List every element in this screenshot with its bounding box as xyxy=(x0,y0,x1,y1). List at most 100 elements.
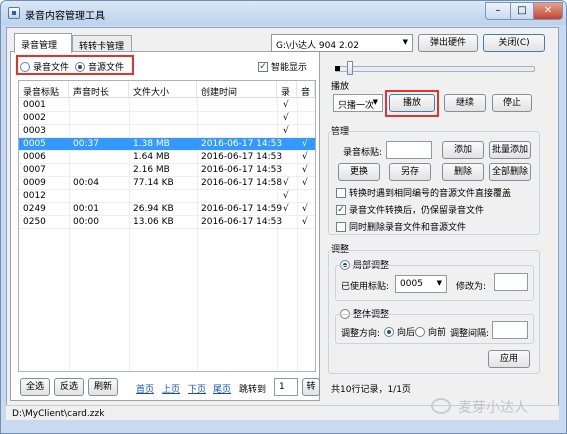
overwrite-checkbox[interactable]: 转换时遇到相同编号的音源文件直接覆盖 xyxy=(336,186,511,199)
table-cell-dur: 00:01 xyxy=(73,204,99,214)
radio-icon xyxy=(75,61,85,72)
apply-button[interactable]: 应用 xyxy=(488,350,530,368)
table-cell-rec: √ xyxy=(283,126,289,136)
table-cell-time: 2016-06-17 14:53 xyxy=(201,217,283,227)
table-row[interactable]: 0250 00:00 13.06 KB 2016-06-17 14:53 √ xyxy=(19,216,315,229)
change-to-label: 修改为: xyxy=(456,282,487,292)
table-row[interactable]: 0249 00:01 26.94 KB 2016-06-17 14:59 √ √ xyxy=(19,203,315,216)
label-text: 录音标贴: xyxy=(343,148,383,158)
resume-button[interactable]: 继续 xyxy=(444,94,486,112)
save-as-button[interactable]: 另存 xyxy=(389,163,431,181)
label-input[interactable] xyxy=(386,141,432,159)
goto-button[interactable]: 转 xyxy=(302,378,320,396)
refresh-button[interactable]: 刷新 xyxy=(88,378,118,396)
play-button[interactable]: 播放 xyxy=(389,94,435,112)
col-header[interactable]: 声音时长 xyxy=(69,81,129,98)
table-cell-dur: 00:37 xyxy=(73,139,99,149)
delete-both-checkbox[interactable]: 同时删除录音文件和音源文件 xyxy=(336,220,466,233)
col-header[interactable]: 创建时间 xyxy=(197,81,277,98)
col-header[interactable]: 音 xyxy=(297,81,315,98)
table-row[interactable]: 0007 2.16 MB 2016-06-17 14:53 √ xyxy=(19,164,315,177)
table-cell-time: 2016-06-17 14:53 xyxy=(201,139,283,149)
app-icon xyxy=(8,7,20,19)
close-button[interactable]: 关闭(C) xyxy=(483,34,545,52)
table-row[interactable]: 0003 √ xyxy=(19,125,315,138)
tab-label: 录音管理 xyxy=(21,41,58,51)
col-header[interactable]: 录音标贴 xyxy=(19,81,69,98)
checkbox-label: 录音文件转换后，仍保留录音文件 xyxy=(349,206,485,216)
table-cell-id: 0249 xyxy=(23,204,46,214)
delete-button[interactable]: 删除 xyxy=(442,163,484,181)
close-window-button[interactable]: ✕ xyxy=(533,2,563,20)
table-cell-dur: 00:04 xyxy=(73,178,99,188)
radio-record-file[interactable]: 录音文件 xyxy=(20,60,69,73)
table-row[interactable]: 0012 √ xyxy=(19,190,315,203)
play-progress-thumb[interactable] xyxy=(347,61,353,75)
used-label-text: 已使用标贴: xyxy=(341,282,390,292)
table-cell-id: 0250 xyxy=(23,217,46,227)
delete-all-button[interactable]: 全部删除 xyxy=(489,163,531,181)
radio-backward[interactable]: 向后 xyxy=(384,325,415,338)
table-cell-src: √ xyxy=(302,139,308,149)
radio-forward[interactable]: 向前 xyxy=(415,325,446,338)
interval-label: 调整间隔: xyxy=(450,329,490,339)
radio-icon xyxy=(20,61,30,72)
table-cell-size: 26.94 KB xyxy=(133,204,174,214)
minimize-button[interactable]: – xyxy=(485,2,511,20)
table-cell-id: 0002 xyxy=(23,113,46,123)
page-input[interactable]: 1 xyxy=(274,378,298,396)
title-bar: 录音内容管理工具 – □ ✕ xyxy=(1,1,566,25)
device-select[interactable]: G:\小达人 904 2.02 ▼ xyxy=(271,34,413,52)
add-button[interactable]: 添加 xyxy=(442,141,484,159)
used-label-select[interactable]: 0005 ▼ xyxy=(395,275,447,293)
table-cell-id: 0006 xyxy=(23,152,46,162)
checkbox-icon xyxy=(336,221,346,232)
table-cell-size: 77.14 KB xyxy=(133,178,174,188)
col-header[interactable]: 录 xyxy=(277,81,297,98)
table-cell-rec: √ xyxy=(283,178,289,188)
keep-record-checkbox[interactable]: ✓ 录音文件转换后，仍保留录音文件 xyxy=(336,203,484,216)
select-all-button[interactable]: 全选 xyxy=(20,378,50,396)
radio-icon xyxy=(384,326,394,337)
table-row[interactable]: 0009 00:04 77.14 KB 2016-06-17 14:58 √ √ xyxy=(19,177,315,190)
radio-source-file[interactable]: 音源文件 xyxy=(75,60,124,73)
table-row[interactable]: 0006 1.64 MB 2016-06-17 14:53 √ xyxy=(19,151,315,164)
checkbox-label: 同时删除录音文件和音源文件 xyxy=(349,223,467,233)
eject-button[interactable]: 弹出硬件 xyxy=(418,34,478,52)
recording-table[interactable]: 录音标贴 声音时长 文件大小 创建时间 录 音 0001 √ 0002 √ 0003 √ 0… xyxy=(18,80,316,372)
checkbox-label: 转换时遇到相同编号的音源文件直接覆盖 xyxy=(349,189,512,199)
change-to-input[interactable] xyxy=(494,273,528,291)
table-cell-size: 1.64 MB xyxy=(133,152,170,162)
goto-label: 跳转到 xyxy=(239,385,267,395)
stop-button[interactable]: 停止 xyxy=(492,94,532,112)
table-row[interactable]: 0001 √ xyxy=(19,99,315,112)
last-page-link[interactable]: 尾页 xyxy=(213,382,231,395)
table-cell-src: √ xyxy=(302,178,308,188)
radio-label: 录音文件 xyxy=(33,63,70,73)
tab-card-manage[interactable]: 转转卡管理 xyxy=(72,35,132,52)
radio-label: 向前 xyxy=(428,328,447,338)
play-progress-track[interactable] xyxy=(335,66,535,72)
replace-button[interactable]: 更换 xyxy=(338,163,380,181)
table-row[interactable]: 0002 √ xyxy=(19,112,315,125)
batch-add-button[interactable]: 批量添加 xyxy=(489,141,531,159)
window-title: 录音内容管理工具 xyxy=(25,11,105,22)
table-cell-src: √ xyxy=(302,165,308,175)
table-row[interactable]: 0005 00:37 1.38 MB 2016-06-17 14:53 √ xyxy=(19,138,315,151)
interval-input[interactable] xyxy=(492,321,528,339)
col-header[interactable]: 文件大小 xyxy=(129,81,197,98)
checkbox-icon xyxy=(336,187,346,198)
invert-selection-button[interactable]: 反选 xyxy=(54,378,84,396)
next-page-link[interactable]: 下页 xyxy=(188,382,206,395)
table-cell-rec: √ xyxy=(283,100,289,110)
radio-label: 音源文件 xyxy=(88,63,125,73)
tab-recording-manage[interactable]: 录音管理 xyxy=(14,33,72,53)
table-cell-id: 0001 xyxy=(23,100,46,110)
prev-page-link[interactable]: 上页 xyxy=(162,382,180,395)
play-mode-select[interactable]: 只播一次 ▼ xyxy=(333,94,383,112)
smart-display-checkbox[interactable]: ✓ 智能显示 xyxy=(258,60,307,73)
first-page-link[interactable]: 首页 xyxy=(136,382,154,395)
table-cell-src: √ xyxy=(302,217,308,227)
maximize-button[interactable]: □ xyxy=(510,2,534,20)
table-cell-rec: √ xyxy=(283,113,289,123)
